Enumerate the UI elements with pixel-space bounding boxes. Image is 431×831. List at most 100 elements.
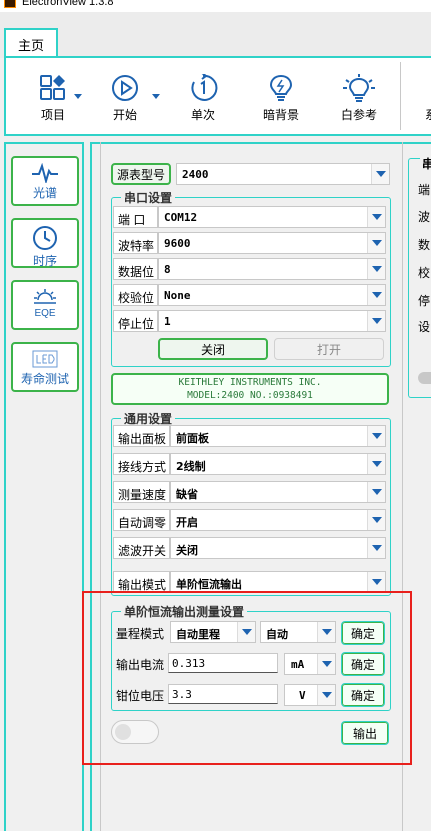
nav-timing-label: 时序 <box>32 254 57 268</box>
chevron-down-icon[interactable] <box>367 426 385 446</box>
output-toggle[interactable] <box>111 720 159 744</box>
current-confirm-button[interactable]: 确定 <box>341 652 385 676</box>
output-current-input[interactable]: 0.313 <box>168 653 278 673</box>
serial-port-label: 端 口 <box>113 206 158 228</box>
open-port-button[interactable]: 打开 <box>274 338 384 360</box>
ribbon-dark-button[interactable]: 暗背景 <box>248 74 314 134</box>
speed-select[interactable]: 缺省 <box>170 481 386 503</box>
chevron-down-icon[interactable] <box>367 311 385 331</box>
serial-port-select[interactable]: COM12 <box>158 206 386 228</box>
range-confirm-button[interactable]: 确定 <box>341 621 385 645</box>
source-model-select[interactable]: 2400 <box>176 163 390 185</box>
chevron-down-icon[interactable] <box>371 164 389 184</box>
chevron-down-icon[interactable] <box>367 207 385 227</box>
chevron-down-icon[interactable] <box>367 233 385 253</box>
serial-port-value: COM12 <box>164 211 198 224</box>
stopbits-label: 停止位 <box>113 310 158 332</box>
output-panel-label: 输出面板 <box>113 425 170 447</box>
right-label-data: 数 <box>418 238 431 252</box>
output-button[interactable]: 输出 <box>341 721 389 745</box>
ribbon-white-ref-label: 白参考 <box>340 108 377 122</box>
chevron-down-icon[interactable] <box>367 259 385 279</box>
baud-select[interactable]: 9600 <box>158 232 386 254</box>
filter-value: 关闭 <box>176 544 198 557</box>
baud-label: 波特率 <box>113 232 158 254</box>
wiring-select[interactable]: 2线制 <box>170 453 386 475</box>
dark-bulb-icon <box>269 74 293 101</box>
nav-lifetime[interactable]: 寿命测试 <box>11 342 79 392</box>
right-group-title: 串 <box>420 155 431 172</box>
chevron-down-icon[interactable] <box>237 622 255 642</box>
project-dropdown-arrow-icon[interactable] <box>74 94 82 99</box>
parity-value: None <box>164 289 191 302</box>
instrument-info-line1: KEITHLEY INSTRUMENTS INC. <box>178 377 322 388</box>
app-title: ElectronView 1.3.8 <box>22 0 114 8</box>
source-model-label: 源表型号 <box>111 163 171 185</box>
nav-timing[interactable]: 时序 <box>11 218 79 268</box>
tab-home[interactable]: 主页 <box>4 28 58 58</box>
filter-select[interactable]: 关闭 <box>170 537 386 559</box>
range-mode-label: 量程模式 <box>116 627 165 641</box>
speed-label: 测量速度 <box>113 481 170 503</box>
clock-icon <box>33 226 57 250</box>
toggle-knob <box>115 724 131 740</box>
close-port-button[interactable]: 关闭 <box>158 338 268 360</box>
databits-value: 8 <box>164 263 171 276</box>
ribbon-system-label: 系 <box>424 108 431 122</box>
ribbon-single-label: 单次 <box>190 108 215 122</box>
chevron-down-icon[interactable] <box>367 510 385 530</box>
tab-strip <box>0 12 431 58</box>
instrument-info: KEITHLEY INSTRUMENTS INC. MODEL:2400 NO.… <box>111 373 389 405</box>
stopbits-value: 1 <box>164 315 171 328</box>
chevron-down-icon[interactable] <box>367 285 385 305</box>
chevron-down-icon[interactable] <box>367 454 385 474</box>
chevron-down-icon[interactable] <box>367 572 385 592</box>
stopbits-select[interactable]: 1 <box>158 310 386 332</box>
nav-lifetime-label: 寿命测试 <box>20 372 69 386</box>
autozero-select[interactable]: 开启 <box>170 509 386 531</box>
chevron-down-icon[interactable] <box>317 685 335 705</box>
voltage-unit-select[interactable]: V <box>284 684 336 706</box>
output-panel-value: 前面板 <box>176 432 209 445</box>
range-mode-select[interactable]: 自动里程 <box>170 621 256 643</box>
ribbon-start-button[interactable]: 开始 <box>92 74 158 134</box>
ribbon-white-ref-button[interactable]: 白参考 <box>326 74 392 134</box>
nav-eqe-label: EQE <box>34 308 56 319</box>
chevron-down-icon[interactable] <box>317 654 335 674</box>
output-panel-select[interactable]: 前面板 <box>170 425 386 447</box>
ribbon-dark-label: 暗背景 <box>262 108 299 122</box>
step-group-title: 单阶恒流输出测量设置 <box>121 603 248 620</box>
left-nav: 光谱 时序 EQE 寿命测试 <box>4 142 84 831</box>
source-model-value: 2400 <box>182 168 209 181</box>
instrument-info-line2: MODEL:2400 NO.:0938491 <box>187 390 313 401</box>
right-label-stop: 停 <box>418 294 431 308</box>
clamp-voltage-input[interactable]: 3.3 <box>168 684 278 704</box>
range-sub-select[interactable]: 自动 <box>260 621 336 643</box>
ribbon-project-button[interactable]: 项目 <box>20 74 86 134</box>
output-mode-value: 单阶恒流输出 <box>176 578 242 591</box>
range-sub-value: 自动 <box>266 628 288 641</box>
databits-select[interactable]: 8 <box>158 258 386 280</box>
current-unit-select[interactable]: mA <box>284 653 336 675</box>
serial-group-title: 串口设置 <box>121 189 176 206</box>
right-toggle[interactable] <box>418 372 431 384</box>
led-icon <box>32 350 58 368</box>
nav-eqe[interactable]: EQE <box>11 280 79 330</box>
ribbon-single-button[interactable]: 单次 <box>170 74 236 134</box>
ribbon-start-label: 开始 <box>112 108 137 122</box>
title-bar: ElectronView 1.3.8 <box>0 0 431 12</box>
chevron-down-icon[interactable] <box>367 538 385 558</box>
ribbon: 项目 开始 单次 暗背景 白参考 系 <box>4 56 431 136</box>
voltage-confirm-button[interactable]: 确定 <box>341 683 385 707</box>
databits-label: 数据位 <box>113 258 158 280</box>
chevron-down-icon[interactable] <box>367 482 385 502</box>
parity-label: 校验位 <box>113 284 158 306</box>
autozero-label: 自动调零 <box>113 509 170 531</box>
start-dropdown-arrow-icon[interactable] <box>152 94 160 99</box>
nav-spectrum[interactable]: 光谱 <box>11 156 79 206</box>
parity-select[interactable]: None <box>158 284 386 306</box>
chevron-down-icon[interactable] <box>317 622 335 642</box>
output-mode-select[interactable]: 单阶恒流输出 <box>170 571 386 593</box>
range-mode-value: 自动里程 <box>176 628 220 641</box>
wiring-label: 接线方式 <box>113 453 170 475</box>
